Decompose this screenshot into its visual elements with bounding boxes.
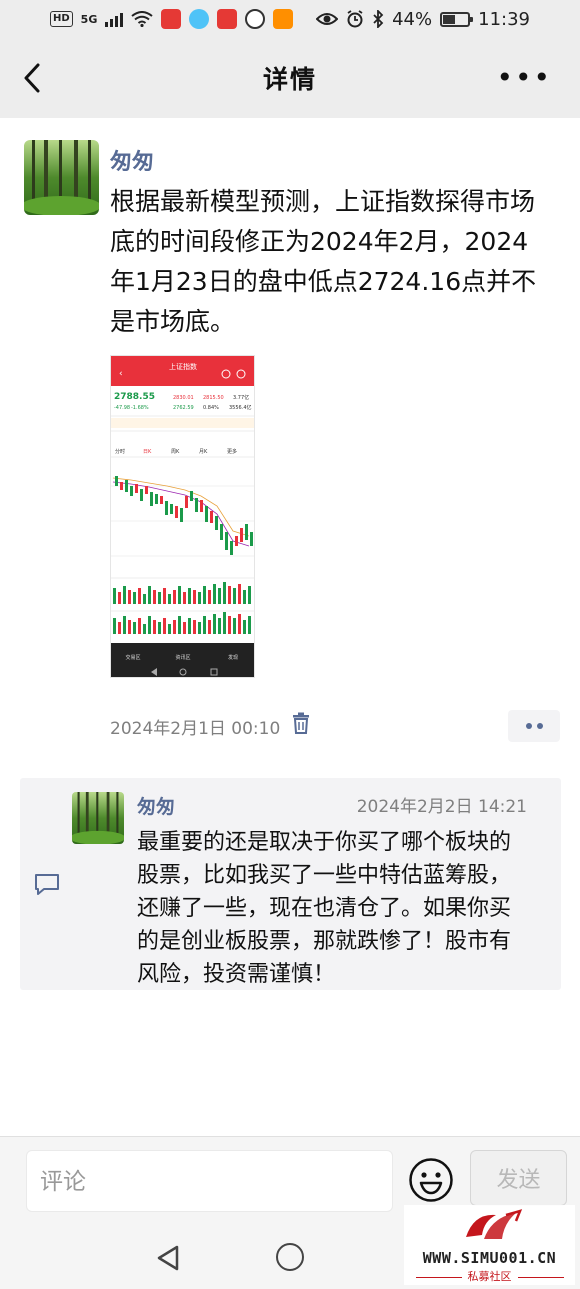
app-notification-icon bbox=[245, 9, 266, 29]
forest-avatar-image bbox=[72, 792, 124, 844]
stock-change: -47.98 bbox=[114, 405, 130, 411]
battery-icon bbox=[440, 11, 474, 27]
stock-bottom-tab: 资讯区 bbox=[175, 654, 190, 661]
wifi-icon bbox=[131, 11, 153, 27]
stock-low: 2762.59 bbox=[173, 405, 194, 411]
forest-avatar-image bbox=[24, 140, 99, 215]
stock-tab: 日K bbox=[143, 449, 152, 455]
candlestick-chart bbox=[111, 476, 254, 557]
stock-image-title: 上证指数 bbox=[169, 362, 197, 371]
post-timestamp: 2024年2月1日 00:10 bbox=[110, 719, 281, 739]
stock-bottom-tab: 发现 bbox=[228, 654, 238, 661]
comment-section: 匆匆 2024年2月2日 14:21 最重要的还是取决于你买了哪个板块的股票，比… bbox=[20, 778, 561, 990]
stock-open: 2815.50 bbox=[203, 395, 224, 401]
bluetooth-icon bbox=[373, 10, 384, 28]
emoji-icon[interactable] bbox=[408, 1157, 454, 1203]
stock-volume: 3.77亿 bbox=[233, 394, 249, 401]
author-avatar[interactable] bbox=[24, 140, 99, 215]
volume-bars bbox=[111, 577, 254, 634]
stock-tab: 月K bbox=[199, 449, 208, 455]
comment-text[interactable]: 最重要的还是取决于你买了哪个板块的股票，比如我买了一些中特估蓝筹股，还赚了一些，… bbox=[137, 826, 532, 991]
stock-tab: 更多 bbox=[227, 448, 237, 455]
stock-turnover: 0.84% bbox=[203, 405, 219, 411]
svg-text:‹: ‹ bbox=[119, 369, 123, 379]
back-arrow-icon[interactable] bbox=[18, 60, 48, 96]
stock-app-screenshot: 上证指数 ‹ 2788.55 -47.98 -1.68% 2830.01 276… bbox=[111, 356, 254, 677]
comment-timestamp: 2024年2月2日 14:21 bbox=[356, 797, 527, 817]
stock-tab: 周K bbox=[171, 449, 180, 455]
trash-icon[interactable] bbox=[291, 712, 311, 734]
page-title: 详情 bbox=[262, 65, 317, 94]
signal-icon bbox=[105, 11, 124, 27]
nav-home-icon[interactable] bbox=[276, 1243, 304, 1271]
stock-price: 2788.55 bbox=[114, 392, 155, 402]
post-text: 根据最新模型预测，上证指数探得市场底的时间段修正为2024年2月，2024年1月… bbox=[110, 187, 537, 336]
app-notification-icon bbox=[189, 9, 210, 29]
comment-icon bbox=[35, 874, 59, 895]
eye-icon bbox=[316, 13, 339, 25]
post-author-name[interactable]: 匆匆 bbox=[110, 144, 154, 176]
nav-bar: 详情 ••• bbox=[0, 38, 580, 118]
stock-tab: 分时 bbox=[115, 448, 125, 455]
watermark-logo: WWW.SIMU001.CN 私募社区 bbox=[404, 1205, 575, 1285]
app-notification-icon bbox=[161, 9, 182, 29]
screen: HD 5G 44% 11:39 详情 ••• 匆匆 根据最新模型预测，上证指数探… bbox=[0, 0, 580, 1289]
stock-high: 2830.01 bbox=[173, 395, 194, 401]
app-notification-icon bbox=[217, 9, 238, 29]
watermark-emblem-icon bbox=[466, 1209, 523, 1239]
network-gen: 5G bbox=[80, 12, 98, 26]
comment-author-name[interactable]: 匆匆 bbox=[137, 792, 175, 819]
stock-change-pct: -1.68% bbox=[131, 405, 149, 411]
clock: 11:39 bbox=[478, 8, 530, 30]
status-right: 44% 11:39 bbox=[316, 9, 530, 30]
stock-bottom-tab: 交易区 bbox=[125, 654, 140, 661]
commenter-avatar[interactable] bbox=[72, 792, 124, 844]
nav-back-triangle-icon[interactable] bbox=[155, 1244, 181, 1272]
post-image-stock-screenshot[interactable]: 上证指数 ‹ 2788.55 -47.98 -1.68% 2830.01 276… bbox=[110, 355, 255, 678]
watermark-subtitle: 私募社区 bbox=[404, 1268, 575, 1284]
stock-amount: 3556.4亿 bbox=[229, 404, 252, 411]
battery-percent: 44% bbox=[392, 8, 433, 30]
like-comment-menu-button[interactable] bbox=[508, 710, 560, 742]
moment-detail: 匆匆 根据最新模型预测，上证指数探得市场底的时间段修正为2024年2月，2024… bbox=[0, 118, 580, 1136]
status-bar: HD 5G 44% 11:39 bbox=[0, 0, 580, 38]
more-options-button[interactable]: ••• bbox=[496, 64, 552, 92]
comment-input[interactable] bbox=[26, 1150, 393, 1212]
status-left: HD 5G bbox=[50, 9, 294, 29]
alarm-icon bbox=[347, 10, 363, 28]
watermark-url: WWW.SIMU001.CN bbox=[422, 1249, 557, 1267]
app-notification-icon bbox=[273, 9, 294, 29]
hd-badge: HD bbox=[50, 11, 73, 27]
send-button[interactable]: 发送 bbox=[470, 1150, 567, 1206]
